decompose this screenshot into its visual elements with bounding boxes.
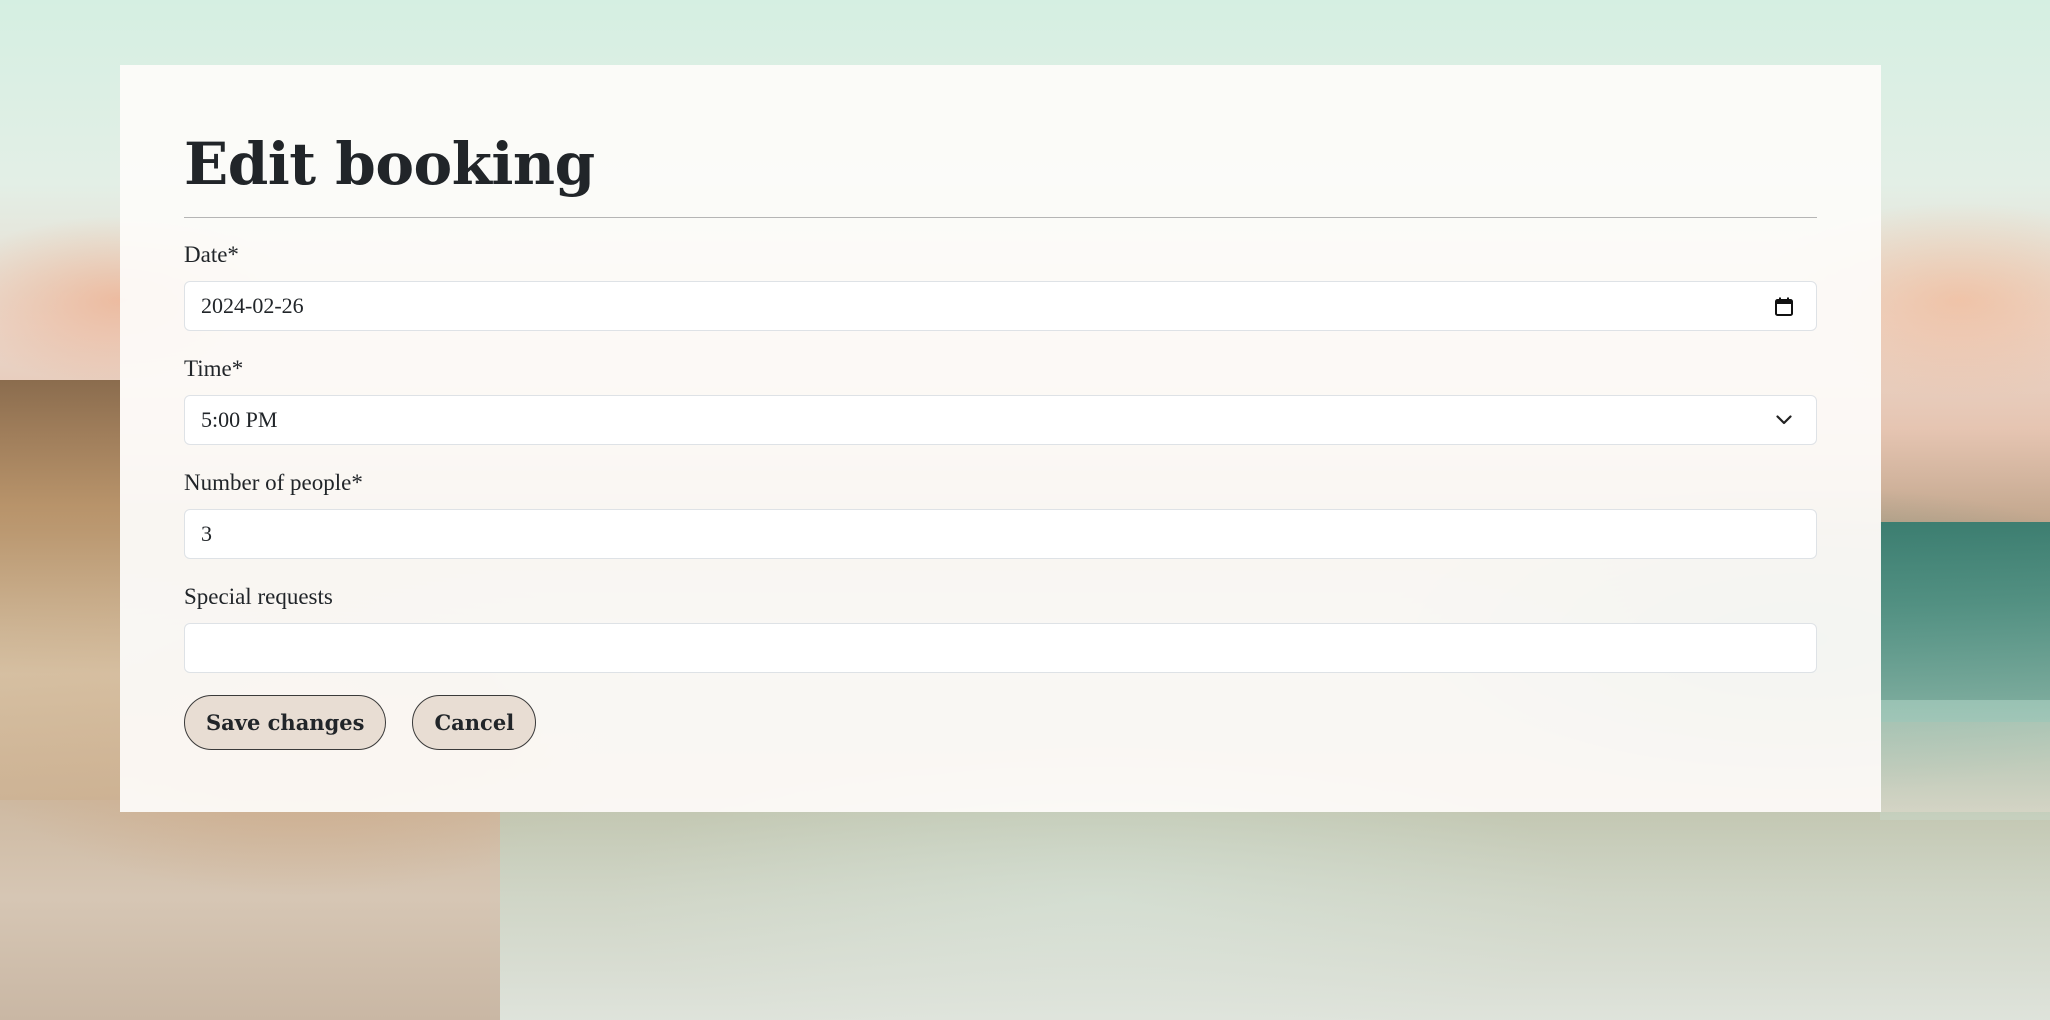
- people-value: 3: [201, 521, 212, 546]
- cancel-button[interactable]: Cancel: [412, 695, 537, 750]
- date-label: Date*: [184, 242, 239, 267]
- date-field-group: Date* 2024-02-26: [184, 241, 1817, 331]
- requests-label: Special requests: [184, 584, 333, 609]
- background-sea-foam: [1880, 700, 2050, 820]
- people-label: Number of people*: [184, 470, 363, 495]
- requests-input[interactable]: [184, 623, 1817, 673]
- people-input[interactable]: 3: [184, 509, 1817, 559]
- time-value: 5:00 PM: [201, 407, 278, 432]
- date-input[interactable]: 2024-02-26: [184, 281, 1817, 331]
- time-label: Time*: [184, 356, 244, 381]
- background-sand: [0, 380, 120, 800]
- date-value: 2024-02-26: [201, 293, 304, 318]
- time-select[interactable]: 5:00 PM: [184, 395, 1817, 445]
- chevron-down-icon: [1772, 408, 1796, 432]
- people-field-group: Number of people* 3: [184, 469, 1817, 559]
- title-divider: [184, 217, 1817, 218]
- time-field-group: Time* 5:00 PM: [184, 355, 1817, 445]
- form-actions: Save changes Cancel: [184, 695, 1817, 750]
- background-sea: [1880, 522, 2050, 722]
- requests-field-group: Special requests: [184, 583, 1817, 673]
- edit-booking-card: Edit booking Date* 2024-02-26 Time* 5:00…: [120, 65, 1881, 812]
- background-surf: [500, 812, 2050, 1020]
- page-title: Edit booking: [184, 130, 595, 198]
- calendar-icon[interactable]: [1772, 294, 1796, 318]
- save-changes-button[interactable]: Save changes: [184, 695, 387, 750]
